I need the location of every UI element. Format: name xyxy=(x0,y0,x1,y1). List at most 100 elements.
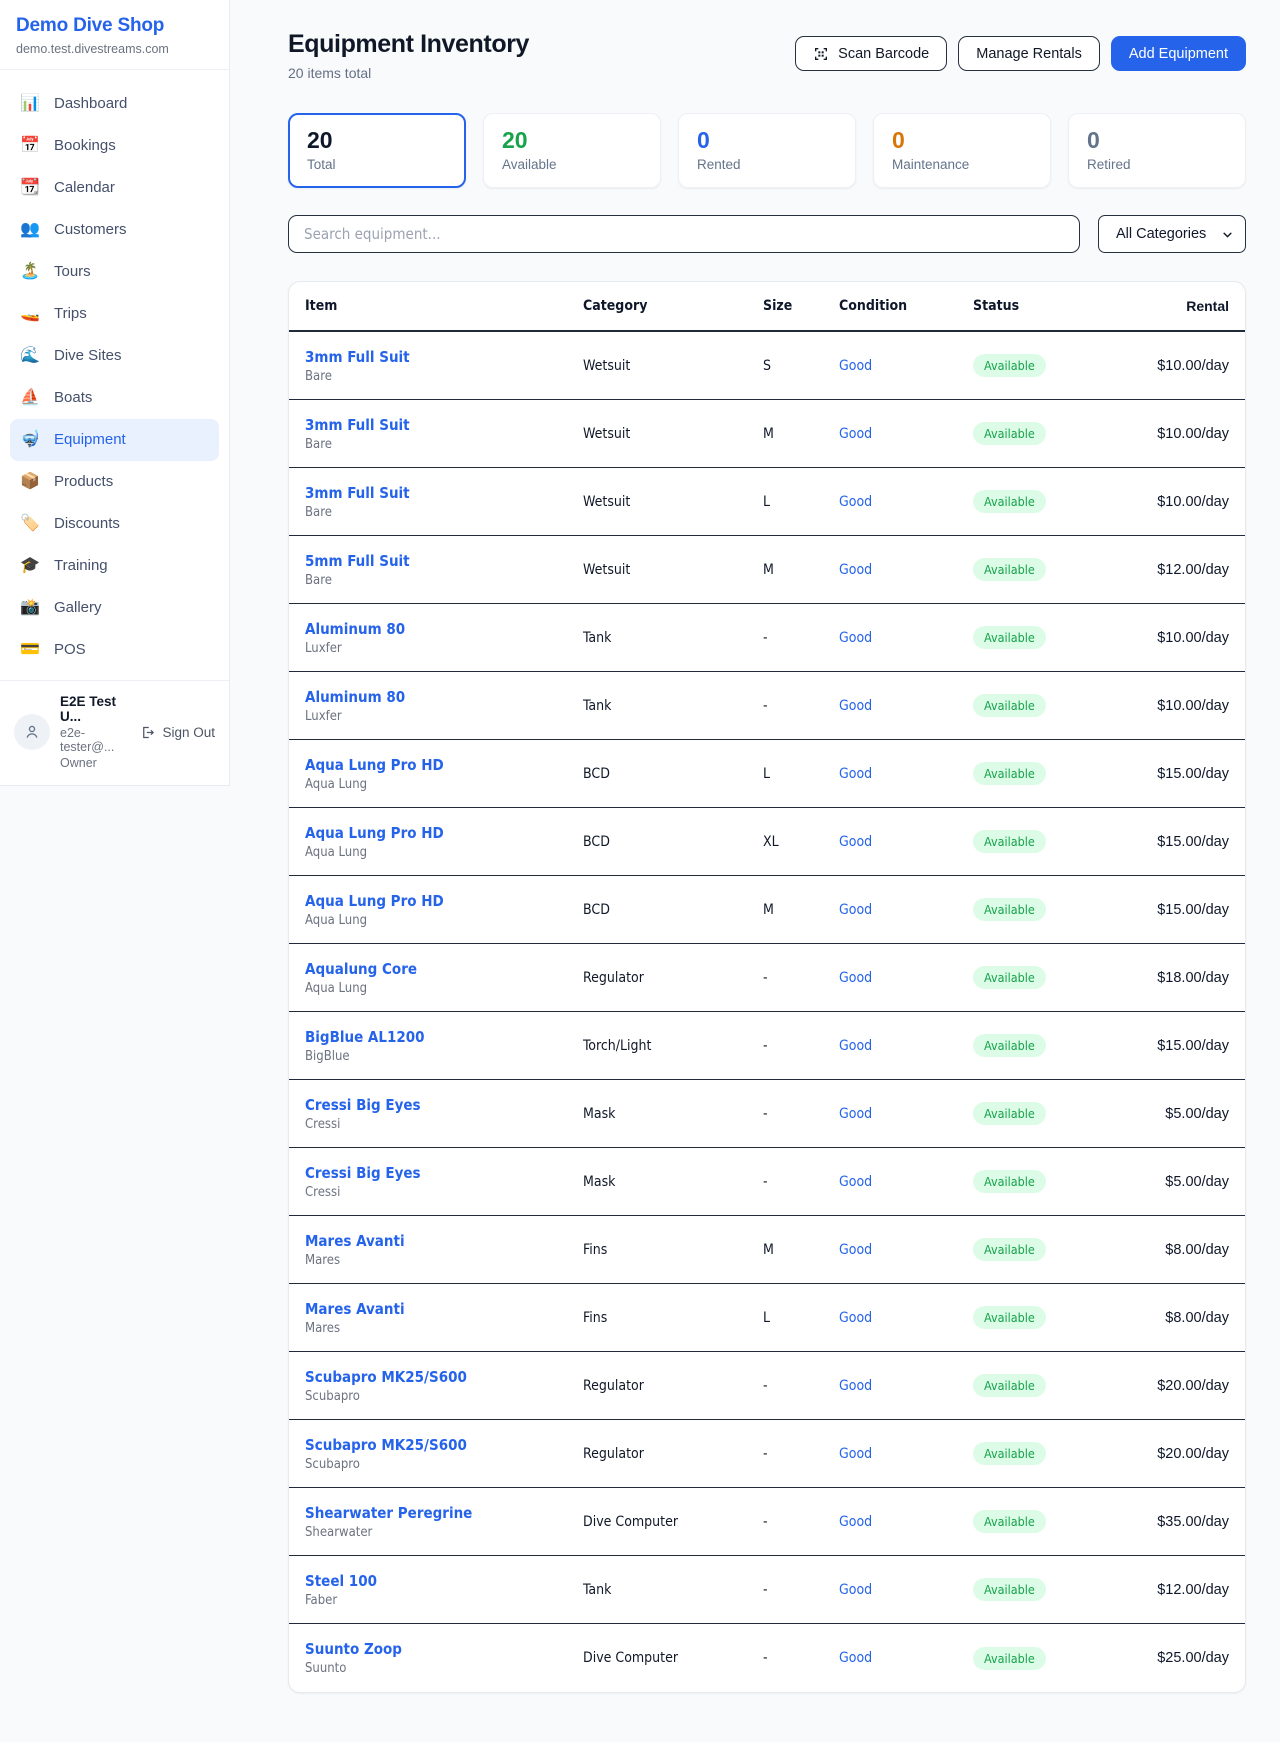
condition-link[interactable]: Good xyxy=(839,1514,872,1530)
stat-label: Maintenance xyxy=(892,157,1032,172)
item-name-link[interactable]: Aqualung Core xyxy=(305,960,583,978)
item-name-link[interactable]: Aluminum 80 xyxy=(305,688,583,706)
item-brand: Bare xyxy=(305,505,583,520)
table-row: Aluminum 80LuxferTank-GoodAvailable$10.0… xyxy=(289,672,1245,740)
item-name-link[interactable]: Mares Avanti xyxy=(305,1232,583,1250)
item-brand: Scubapro xyxy=(305,1389,583,1404)
sidebar-item-customers[interactable]: 👥Customers xyxy=(10,209,219,251)
item-cell: Aqua Lung Pro HDAqua Lung xyxy=(305,756,583,792)
stat-value: 20 xyxy=(502,127,642,153)
condition-link[interactable]: Good xyxy=(839,1446,872,1462)
sidebar-item-pos[interactable]: 💳POS xyxy=(10,629,219,671)
stat-card-rented[interactable]: 0Rented xyxy=(678,113,856,188)
condition-cell: Good xyxy=(839,697,973,715)
sign-out-button[interactable]: Sign Out xyxy=(140,725,215,740)
sidebar-item-tours[interactable]: 🏝️Tours xyxy=(10,251,219,293)
condition-link[interactable]: Good xyxy=(839,766,872,782)
barcode-scan-icon xyxy=(813,46,829,62)
condition-link[interactable]: Good xyxy=(839,902,872,918)
scan-barcode-button[interactable]: Scan Barcode xyxy=(795,36,947,71)
item-name-link[interactable]: Aqua Lung Pro HD xyxy=(305,892,583,910)
sidebar-item-equipment[interactable]: 🤿Equipment xyxy=(10,419,219,461)
rental-price-cell: $35.00/day xyxy=(1143,1514,1229,1530)
status-cell: Available xyxy=(973,1374,1143,1397)
page-title-block: Equipment Inventory 20 items total xyxy=(288,30,529,81)
item-name-link[interactable]: Aqua Lung Pro HD xyxy=(305,824,583,842)
item-name-link[interactable]: BigBlue AL1200 xyxy=(305,1028,583,1046)
stat-card-retired[interactable]: 0Retired xyxy=(1068,113,1246,188)
category-cell: Tank xyxy=(583,1582,763,1598)
item-name-link[interactable]: 3mm Full Suit xyxy=(305,348,583,366)
sidebar-item-dashboard[interactable]: 📊Dashboard xyxy=(10,83,219,125)
item-name-link[interactable]: 3mm Full Suit xyxy=(305,416,583,434)
sidebar-item-calendar[interactable]: 📆Calendar xyxy=(10,167,219,209)
bar-chart-icon: 📊 xyxy=(19,95,41,113)
status-badge: Available xyxy=(973,1238,1046,1261)
sidebar-item-gallery[interactable]: 📸Gallery xyxy=(10,587,219,629)
status-cell: Available xyxy=(973,558,1143,581)
item-name-link[interactable]: Mares Avanti xyxy=(305,1300,583,1318)
size-cell: - xyxy=(763,630,839,646)
condition-link[interactable]: Good xyxy=(839,834,872,850)
stat-card-total[interactable]: 20Total xyxy=(288,113,466,188)
condition-link[interactable]: Good xyxy=(839,970,872,986)
condition-link[interactable]: Good xyxy=(839,1106,872,1122)
manage-rentals-button[interactable]: Manage Rentals xyxy=(958,36,1100,71)
stat-value: 0 xyxy=(1087,127,1227,153)
condition-link[interactable]: Good xyxy=(839,698,872,714)
item-name-link[interactable]: Aqua Lung Pro HD xyxy=(305,756,583,774)
condition-link[interactable]: Good xyxy=(839,1174,872,1190)
condition-link[interactable]: Good xyxy=(839,494,872,510)
item-name-link[interactable]: 3mm Full Suit xyxy=(305,484,583,502)
condition-link[interactable]: Good xyxy=(839,358,872,374)
stat-card-available[interactable]: 20Available xyxy=(483,113,661,188)
item-name-link[interactable]: 5mm Full Suit xyxy=(305,552,583,570)
condition-link[interactable]: Good xyxy=(839,1310,872,1326)
sign-out-label: Sign Out xyxy=(162,725,215,740)
sidebar-item-trips[interactable]: 🚤Trips xyxy=(10,293,219,335)
sidebar-item-bookings[interactable]: 📅Bookings xyxy=(10,125,219,167)
item-name-link[interactable]: Scubapro MK25/S600 xyxy=(305,1368,583,1386)
condition-link[interactable]: Good xyxy=(839,1242,872,1258)
item-cell: Mares AvantiMares xyxy=(305,1300,583,1336)
stat-label: Rented xyxy=(697,157,837,172)
item-name-link[interactable]: Aluminum 80 xyxy=(305,620,583,638)
item-cell: 5mm Full SuitBare xyxy=(305,552,583,588)
item-name-link[interactable]: Suunto Zoop xyxy=(305,1640,583,1658)
condition-link[interactable]: Good xyxy=(839,1650,872,1666)
status-badge: Available xyxy=(973,1102,1046,1125)
condition-cell: Good xyxy=(839,969,973,987)
add-equipment-button[interactable]: Add Equipment xyxy=(1111,36,1246,71)
condition-cell: Good xyxy=(839,1649,973,1667)
sidebar-item-dive-sites[interactable]: 🌊Dive Sites xyxy=(10,335,219,377)
rental-price-cell: $10.00/day xyxy=(1143,698,1229,714)
item-brand: Luxfer xyxy=(305,641,583,656)
condition-link[interactable]: Good xyxy=(839,630,872,646)
condition-link[interactable]: Good xyxy=(839,1378,872,1394)
sidebar-item-boats[interactable]: ⛵Boats xyxy=(10,377,219,419)
condition-link[interactable]: Good xyxy=(839,1582,872,1598)
filter-row: All Categories xyxy=(288,215,1246,253)
tag-icon: 🏷️ xyxy=(19,515,41,533)
condition-cell: Good xyxy=(839,1581,973,1599)
sidebar-item-products[interactable]: 📦Products xyxy=(10,461,219,503)
sidebar-item-discounts[interactable]: 🏷️Discounts xyxy=(10,503,219,545)
sidebar-item-training[interactable]: 🎓Training xyxy=(10,545,219,587)
category-select[interactable]: All Categories xyxy=(1098,215,1246,253)
item-name-link[interactable]: Cressi Big Eyes xyxy=(305,1164,583,1182)
header-actions: Scan Barcode Manage Rentals Add Equipmen… xyxy=(795,36,1246,71)
item-name-link[interactable]: Steel 100 xyxy=(305,1572,583,1590)
item-cell: Cressi Big EyesCressi xyxy=(305,1096,583,1132)
condition-cell: Good xyxy=(839,1309,973,1327)
stat-card-maintenance[interactable]: 0Maintenance xyxy=(873,113,1051,188)
condition-link[interactable]: Good xyxy=(839,426,872,442)
size-cell: M xyxy=(763,562,839,578)
condition-link[interactable]: Good xyxy=(839,562,872,578)
brand-domain: demo.test.divestreams.com xyxy=(16,42,213,56)
item-name-link[interactable]: Scubapro MK25/S600 xyxy=(305,1436,583,1454)
condition-link[interactable]: Good xyxy=(839,1038,872,1054)
search-input[interactable] xyxy=(288,215,1080,253)
item-brand: Bare xyxy=(305,437,583,452)
item-name-link[interactable]: Cressi Big Eyes xyxy=(305,1096,583,1114)
item-name-link[interactable]: Shearwater Peregrine xyxy=(305,1504,583,1522)
